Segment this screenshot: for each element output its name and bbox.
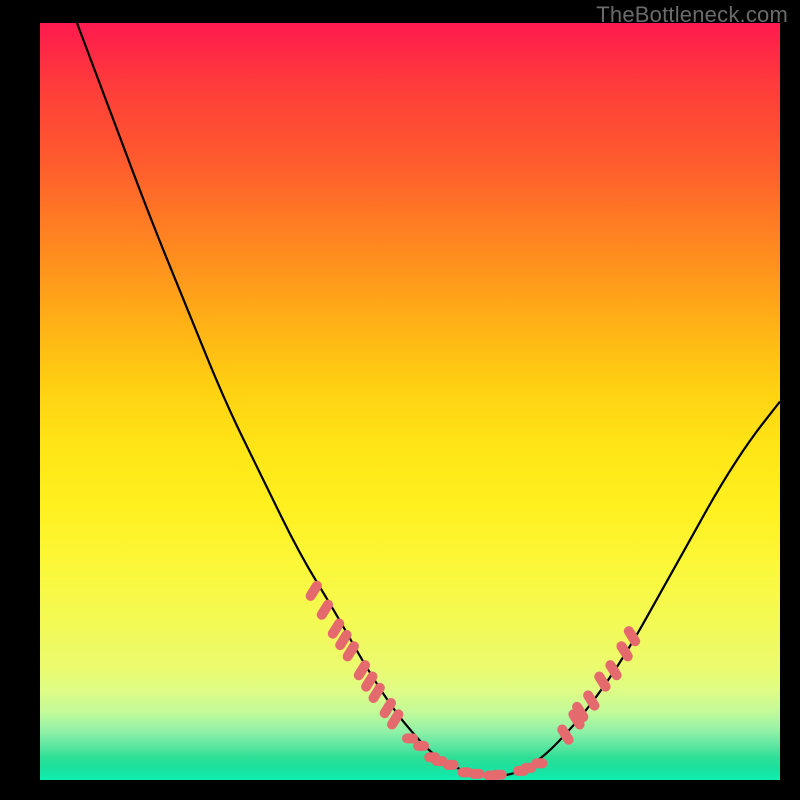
bottleneck-curve <box>40 23 780 780</box>
data-marker <box>532 758 548 768</box>
curve-line <box>77 23 780 776</box>
data-marker <box>443 760 459 770</box>
data-marker <box>315 598 335 622</box>
chart-frame: TheBottleneck.com <box>0 0 800 800</box>
plot-area <box>40 23 780 780</box>
data-marker <box>592 670 612 694</box>
data-marker <box>413 741 429 751</box>
data-marker <box>491 770 507 780</box>
data-marker <box>469 769 485 779</box>
